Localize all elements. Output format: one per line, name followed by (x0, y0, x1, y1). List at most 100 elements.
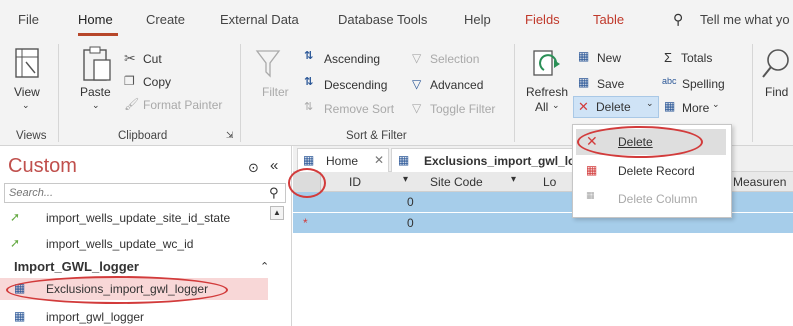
query-icon: ➚ (10, 210, 21, 224)
scissors-icon: ✂ (124, 50, 136, 66)
format-painter-button[interactable]: Format Painter (143, 98, 222, 112)
ribbon-tab-strip: File Home Create External Data Database … (0, 0, 793, 36)
nav-search-input[interactable] (5, 184, 260, 202)
remove-sort-button[interactable]: Remove Sort (324, 102, 394, 116)
chevron-down-icon[interactable]: ⌄ (92, 100, 100, 111)
view-icon[interactable] (12, 46, 42, 80)
empty-space (293, 234, 793, 326)
annotation-ellipse (577, 126, 703, 158)
filter-icon[interactable] (255, 48, 281, 80)
view-button[interactable]: View (14, 85, 40, 99)
nav-item[interactable]: import_gwl_logger (46, 310, 144, 324)
nav-group-header[interactable]: Import_GWL_logger (14, 259, 139, 274)
divider (240, 44, 241, 142)
filter-button[interactable]: Filter (262, 85, 289, 99)
chevron-down-icon[interactable]: ⌄ (712, 99, 720, 110)
tell-me-box[interactable]: Tell me what yo (700, 12, 790, 27)
delete-button[interactable]: Delete (596, 100, 631, 114)
cell-id[interactable]: 0 (407, 195, 414, 209)
chevron-down-icon[interactable]: ▾ (403, 174, 408, 185)
menu-item-label: Delete Column (618, 192, 698, 206)
totals-button[interactable]: Totals (681, 51, 712, 65)
spelling-icon: abc (662, 76, 677, 86)
remove-sort-icon: ⇅ (304, 101, 314, 113)
chevron-down-icon[interactable]: ▾ (511, 174, 516, 185)
toggle-filter-icon: ▽ (412, 101, 422, 115)
menu-item-delete-column[interactable]: ▦ Delete Column (576, 187, 726, 211)
table-icon: ▦ (14, 309, 26, 323)
chevron-down-icon[interactable]: ⌄ (552, 100, 560, 111)
toggle-filter-button[interactable]: Toggle Filter (430, 102, 495, 116)
group-label-views: Views (16, 130, 47, 142)
table-icon: ▦ (398, 153, 410, 167)
advanced-button[interactable]: Advanced (430, 78, 483, 92)
totals-icon: Σ (664, 50, 673, 65)
divider (514, 44, 515, 142)
save-icon: ▦ (578, 75, 590, 89)
paste-button[interactable]: Paste (80, 85, 111, 99)
query-icon: ➚ (10, 236, 21, 250)
dialog-launcher-icon[interactable]: ⇲ (226, 130, 234, 141)
column-header-measurement[interactable]: Measuren (733, 175, 786, 189)
copy-button[interactable]: Copy (143, 75, 171, 89)
paste-icon[interactable] (80, 44, 114, 84)
more-button[interactable]: More (682, 101, 709, 115)
find-button[interactable]: Find (765, 85, 788, 99)
navigation-pane: Custom ⊙ « ⚲ ➚ import_wells_update_site_… (0, 146, 292, 326)
nav-pane-title[interactable]: Custom (8, 155, 77, 178)
scroll-up-button[interactable]: ▲ (270, 206, 284, 220)
cell-id[interactable]: 0 (407, 216, 414, 230)
tab-create[interactable]: Create (146, 12, 185, 27)
column-header-id[interactable]: ID (349, 175, 361, 189)
cut-button[interactable]: Cut (143, 52, 162, 66)
collapse-group-icon[interactable]: ⌃ (260, 260, 269, 273)
find-icon[interactable] (760, 46, 793, 82)
descending-button[interactable]: Descending (324, 78, 387, 92)
save-button[interactable]: Save (597, 77, 624, 91)
ascending-button[interactable]: Ascending (324, 52, 380, 66)
new-button[interactable]: New (597, 51, 621, 65)
new-record-icon: ▦ (578, 49, 590, 63)
format-painter-icon: 🖌 (124, 97, 140, 111)
close-icon[interactable]: ✕ (374, 153, 384, 167)
refresh-all-label[interactable]: All (535, 100, 548, 114)
tab-home[interactable]: Home (78, 12, 113, 27)
new-record-marker[interactable]: * (303, 216, 308, 230)
chevron-down-icon[interactable]: ⌄ (22, 100, 30, 111)
nav-search: ⚲ (4, 183, 286, 203)
chevron-down-circle-icon[interactable]: ⊙ (248, 160, 259, 176)
spelling-button[interactable]: Spelling (682, 77, 725, 91)
divider (752, 44, 753, 142)
copy-icon: ❐ (124, 74, 135, 88)
tab-fields[interactable]: Fields (525, 12, 560, 27)
collapse-pane-icon[interactable]: « (270, 157, 278, 174)
doc-tab-label: Home (326, 154, 359, 168)
divider (58, 44, 59, 142)
refresh-icon[interactable] (530, 48, 562, 80)
ascending-icon: ⇅ (304, 50, 314, 62)
tab-help[interactable]: Help (464, 12, 491, 27)
advanced-icon: ▽ (412, 77, 422, 91)
descending-icon: ⇅ (304, 76, 314, 88)
tab-database-tools[interactable]: Database Tools (338, 12, 427, 27)
refresh-button[interactable]: Refresh (526, 85, 568, 99)
tab-file[interactable]: File (18, 12, 39, 27)
doc-tab-exclusions[interactable]: ▦ Exclusions_import_gwl_log (391, 148, 591, 172)
selection-icon: ▽ (412, 51, 422, 65)
nav-item[interactable]: import_wells_update_wc_id (46, 237, 193, 251)
column-header-site-code[interactable]: Site Code (430, 175, 483, 189)
search-icon[interactable]: ⚲ (673, 11, 683, 28)
selection-button[interactable]: Selection (430, 52, 479, 66)
form-icon: ▦ (303, 153, 315, 167)
column-header-lo[interactable]: Lo (543, 175, 556, 189)
menu-item-delete-record[interactable]: ▦ Delete Record (576, 159, 726, 183)
group-label-sort-filter: Sort & Filter (346, 130, 407, 142)
search-icon[interactable]: ⚲ (269, 185, 279, 201)
delete-button-split[interactable]: ✕ Delete ⌄ (573, 96, 659, 118)
tab-external-data[interactable]: External Data (220, 12, 299, 27)
chevron-down-icon[interactable]: ⌄ (646, 98, 654, 109)
delete-dropdown-menu: ✕ Delete ▦ Delete Record ▦ Delete Column (572, 124, 732, 218)
group-label-clipboard: Clipboard (118, 130, 168, 142)
tab-table[interactable]: Table (593, 12, 624, 27)
nav-item[interactable]: import_wells_update_site_id_state (46, 211, 230, 225)
